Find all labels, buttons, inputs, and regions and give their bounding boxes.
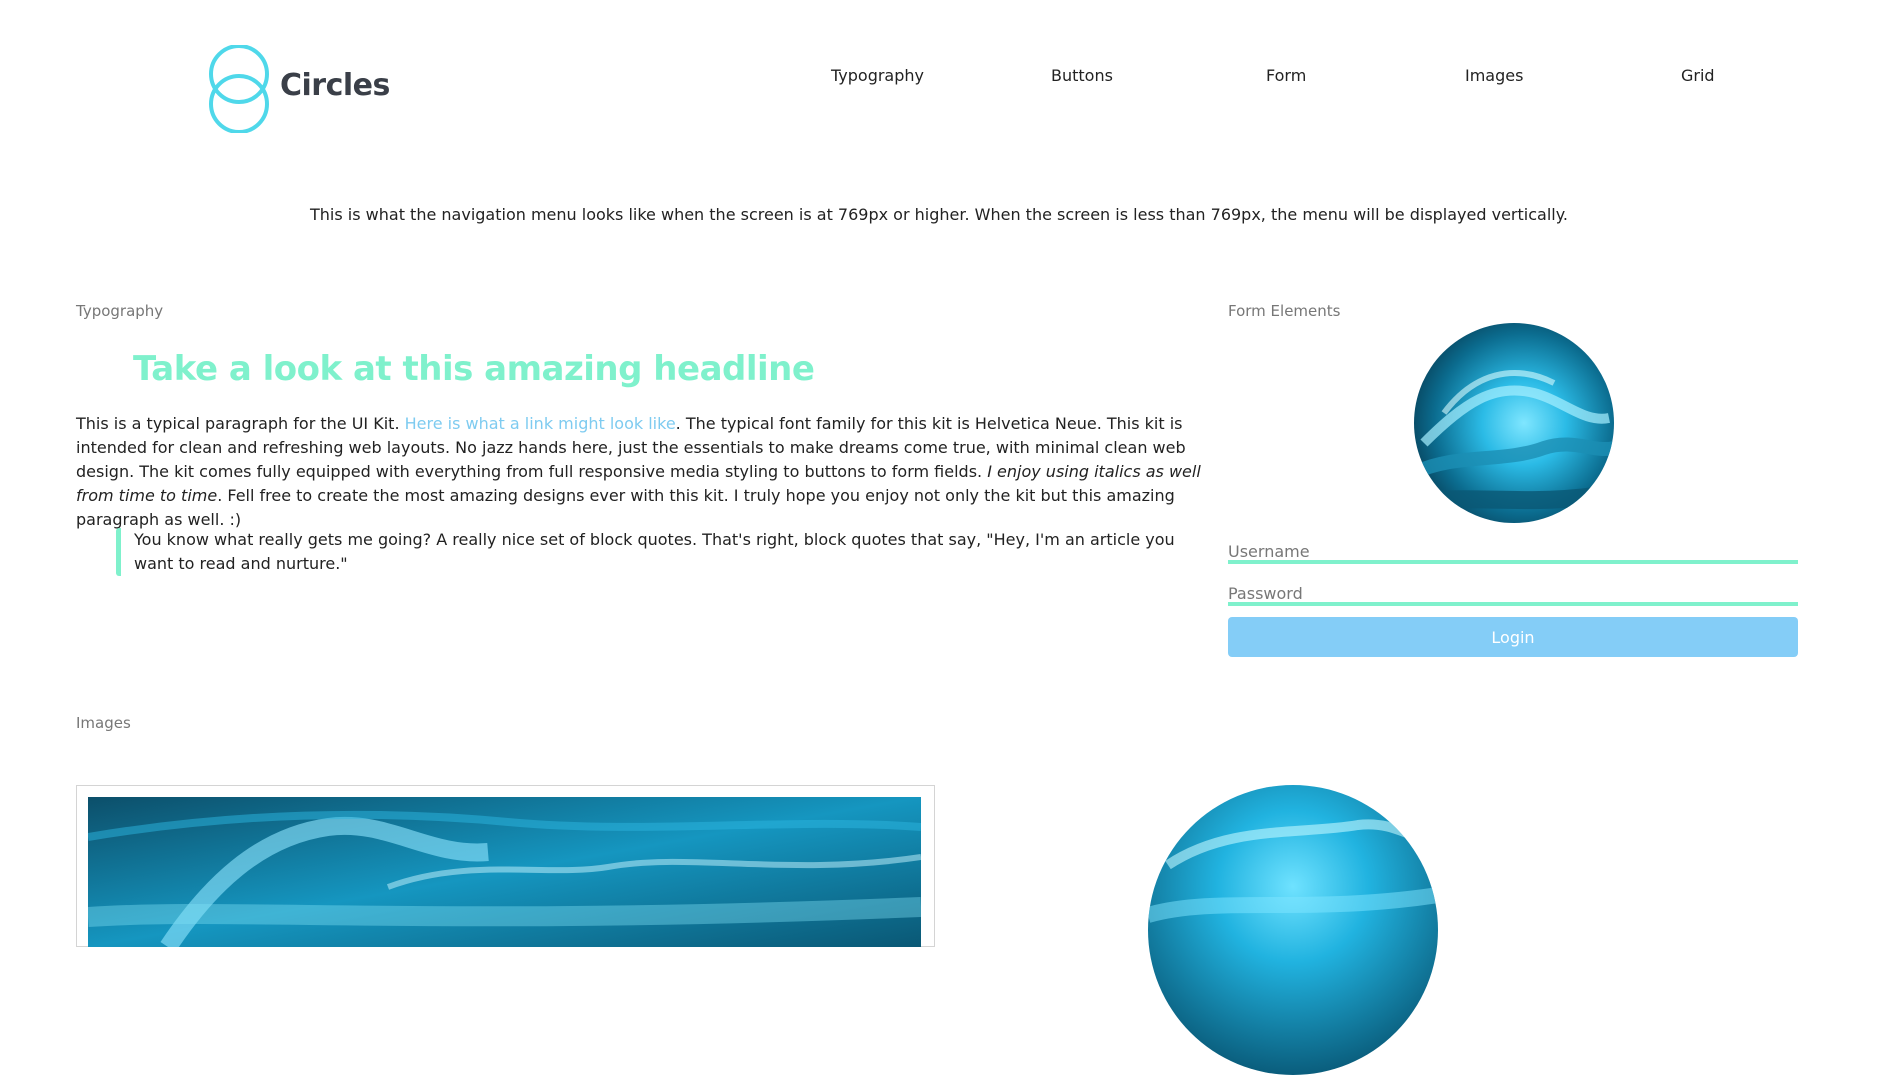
username-label: Username	[1228, 542, 1310, 561]
sample-link[interactable]: Here is what a link might look like	[405, 414, 676, 433]
nav-images[interactable]: Images	[1465, 66, 1523, 85]
images-section-label: Images	[76, 714, 131, 732]
headline: Take a look at this amazing headline	[133, 349, 815, 389]
framed-image	[76, 785, 935, 947]
password-field[interactable]	[1228, 602, 1798, 606]
wave-avatar-image	[1414, 323, 1614, 523]
nav-grid[interactable]: Grid	[1681, 66, 1715, 85]
blockquote: You know what really gets me going? A re…	[116, 528, 1184, 576]
login-button[interactable]: Login	[1228, 617, 1798, 657]
logo-text[interactable]: Circles	[280, 68, 390, 103]
username-field[interactable]	[1228, 560, 1798, 564]
nav-form[interactable]: Form	[1266, 66, 1306, 85]
paragraph-intro: This is a typical paragraph for the UI K…	[76, 414, 405, 433]
wave-banner-image	[88, 797, 921, 947]
nav-typography[interactable]: Typography	[831, 66, 924, 85]
typography-section-label: Typography	[76, 302, 164, 320]
wave-circle-image	[1148, 785, 1438, 1075]
nav-note: This is what the navigation menu looks l…	[310, 205, 1568, 224]
password-label: Password	[1228, 584, 1303, 603]
paragraph-outro: . Fell free to create the most amazing d…	[76, 486, 1175, 529]
body-paragraph: This is a typical paragraph for the UI K…	[76, 412, 1208, 532]
circles-logo-icon	[209, 45, 269, 133]
form-section-label: Form Elements	[1228, 302, 1341, 320]
nav-buttons[interactable]: Buttons	[1051, 66, 1113, 85]
